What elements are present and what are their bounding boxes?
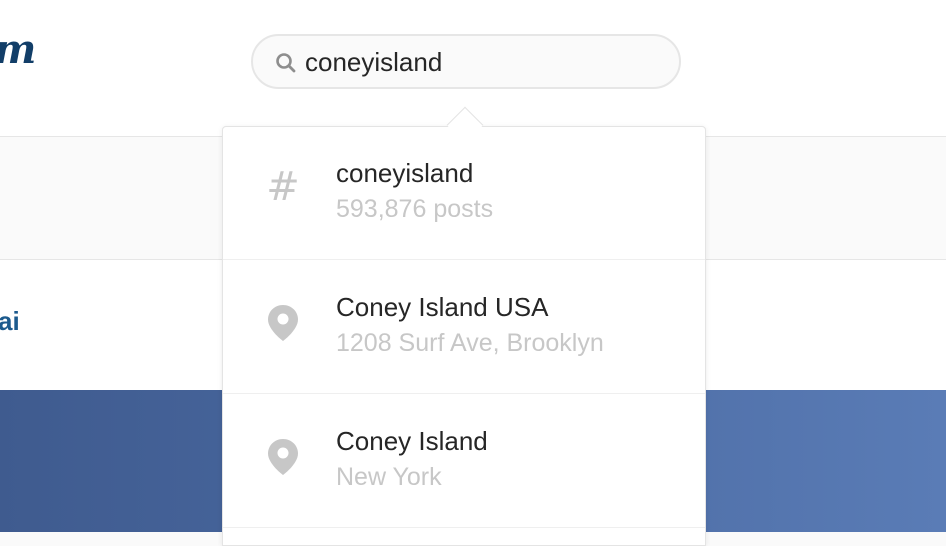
search-input[interactable] [305, 44, 665, 80]
result-title: Coney Island [336, 426, 488, 456]
location-pin-icon [268, 439, 298, 475]
search-result-location[interactable]: Coney Island USA 1208 Surf Ave, Brooklyn [223, 261, 705, 394]
result-title: Coney Island USA [336, 292, 549, 322]
location-pin-icon [268, 305, 298, 341]
hashtag-icon: # [266, 164, 300, 210]
search-results-dropdown: # coneyisland 593,876 posts Coney Island… [222, 126, 706, 546]
result-subtitle: 593,876 posts [336, 195, 494, 223]
brand-logo[interactable]: m [0, 30, 36, 70]
result-subtitle: New York [336, 463, 442, 491]
result-subtitle: 1208 Surf Ave, Brooklyn [336, 329, 604, 357]
result-title: coneyisland [336, 158, 474, 188]
search-icon [276, 53, 296, 73]
search-result-hashtag[interactable]: # coneyisland 593,876 posts [223, 127, 705, 260]
search-result-location[interactable]: Coney Island New York [223, 395, 705, 528]
profile-link[interactable]: ai [0, 306, 20, 337]
search-box[interactable] [251, 34, 681, 89]
